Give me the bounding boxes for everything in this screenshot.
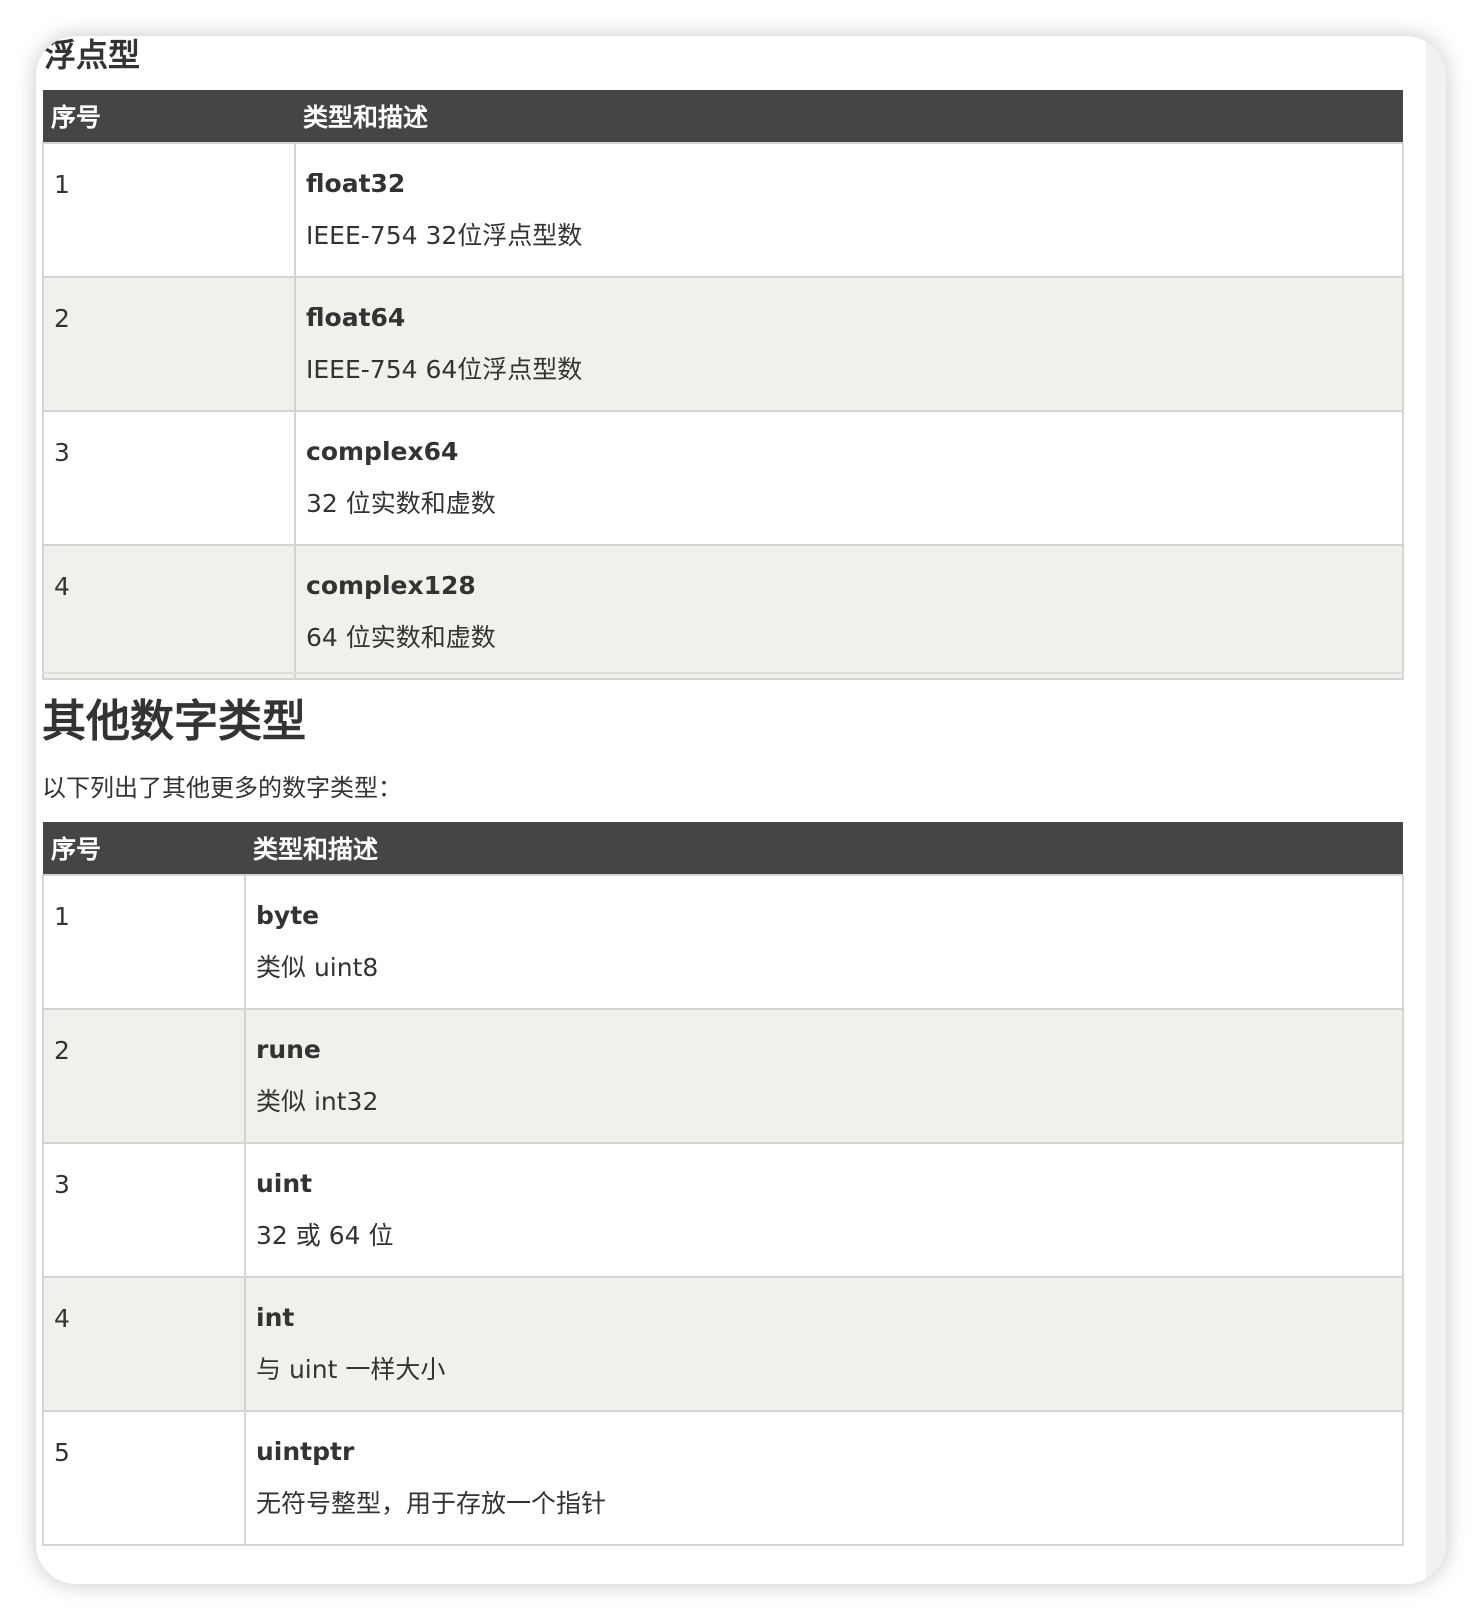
header-index: 序号 bbox=[43, 90, 295, 143]
type-description: IEEE-754 32位浮点型数 bbox=[306, 221, 583, 250]
type-name: complex128 bbox=[306, 571, 476, 600]
type-name: uint bbox=[256, 1169, 313, 1198]
table-row: 1 float32 IEEE-754 32位浮点型数 bbox=[42, 142, 1404, 278]
row-index: 1 bbox=[42, 874, 246, 1010]
table-row: 1 byte 类似 uint8 bbox=[42, 874, 1404, 1010]
row-content: rune 类似 int32 bbox=[244, 1008, 1404, 1144]
type-name: uintptr bbox=[256, 1437, 355, 1466]
table-row: 4 complex128 64 位实数和虚数 bbox=[42, 544, 1404, 680]
table-header-row: 序号 类型和描述 bbox=[43, 90, 1403, 143]
type-description: 32 位实数和虚数 bbox=[306, 489, 496, 518]
table-row: 2 rune 类似 int32 bbox=[42, 1008, 1404, 1144]
row-index: 2 bbox=[42, 276, 296, 412]
row-index: 4 bbox=[42, 1276, 246, 1412]
row-content: float64 IEEE-754 64位浮点型数 bbox=[294, 276, 1404, 412]
row-index: 5 bbox=[42, 1410, 246, 1546]
scrollbar[interactable] bbox=[1426, 36, 1446, 1584]
type-description: IEEE-754 64位浮点型数 bbox=[306, 355, 583, 384]
float-types-table: 序号 类型和描述 1 float32 IEEE-754 32位浮点型数 2 fl… bbox=[42, 90, 1404, 680]
row-index: 2 bbox=[42, 1008, 246, 1144]
header-index: 序号 bbox=[43, 822, 245, 875]
row-content: complex64 32 位实数和虚数 bbox=[294, 410, 1404, 546]
row-content: uintptr 无符号整型，用于存放一个指针 bbox=[244, 1410, 1404, 1546]
type-description: 与 uint 一样大小 bbox=[256, 1355, 446, 1384]
row-content: int 与 uint 一样大小 bbox=[244, 1276, 1404, 1412]
type-description: 类似 uint8 bbox=[256, 953, 379, 982]
type-name: complex64 bbox=[306, 437, 459, 466]
other-types-table: 序号 类型和描述 1 byte 类似 uint8 2 rune 类似 int32… bbox=[42, 822, 1404, 1546]
section-divider bbox=[42, 672, 1404, 674]
section-title-other: 其他数字类型 bbox=[42, 696, 306, 747]
type-description: 无符号整型，用于存放一个指针 bbox=[256, 1489, 607, 1518]
row-content: float32 IEEE-754 32位浮点型数 bbox=[294, 142, 1404, 278]
table-row: 3 complex64 32 位实数和虚数 bbox=[42, 410, 1404, 546]
row-index: 4 bbox=[42, 544, 296, 680]
header-type-desc: 类型和描述 bbox=[295, 90, 1403, 143]
table-row: 4 int 与 uint 一样大小 bbox=[42, 1276, 1404, 1412]
table-header-row: 序号 类型和描述 bbox=[43, 822, 1403, 875]
table-row: 2 float64 IEEE-754 64位浮点型数 bbox=[42, 276, 1404, 412]
row-index: 3 bbox=[42, 1142, 246, 1278]
row-content: complex128 64 位实数和虚数 bbox=[294, 544, 1404, 680]
table-row: 5 uintptr 无符号整型，用于存放一个指针 bbox=[42, 1410, 1404, 1546]
row-content: uint 32 或 64 位 bbox=[244, 1142, 1404, 1278]
row-content: byte 类似 uint8 bbox=[244, 874, 1404, 1010]
type-description: 32 或 64 位 bbox=[256, 1221, 394, 1250]
table-row: 3 uint 32 或 64 位 bbox=[42, 1142, 1404, 1278]
page-card: 浮点型 序号 类型和描述 1 float32 IEEE-754 32位浮点型数 bbox=[36, 36, 1446, 1584]
section-title-float: 浮点型 bbox=[44, 36, 141, 70]
type-name: float32 bbox=[306, 169, 406, 198]
type-name: rune bbox=[256, 1035, 321, 1064]
row-index: 1 bbox=[42, 142, 296, 278]
section-intro: 以下列出了其他更多的数字类型： bbox=[42, 774, 402, 802]
type-description: 类似 int32 bbox=[256, 1087, 379, 1116]
type-description: 64 位实数和虚数 bbox=[306, 623, 496, 652]
type-name: int bbox=[256, 1303, 295, 1332]
type-name: float64 bbox=[306, 303, 406, 332]
type-name: byte bbox=[256, 901, 320, 930]
row-index: 3 bbox=[42, 410, 296, 546]
header-type-desc: 类型和描述 bbox=[245, 822, 1403, 875]
